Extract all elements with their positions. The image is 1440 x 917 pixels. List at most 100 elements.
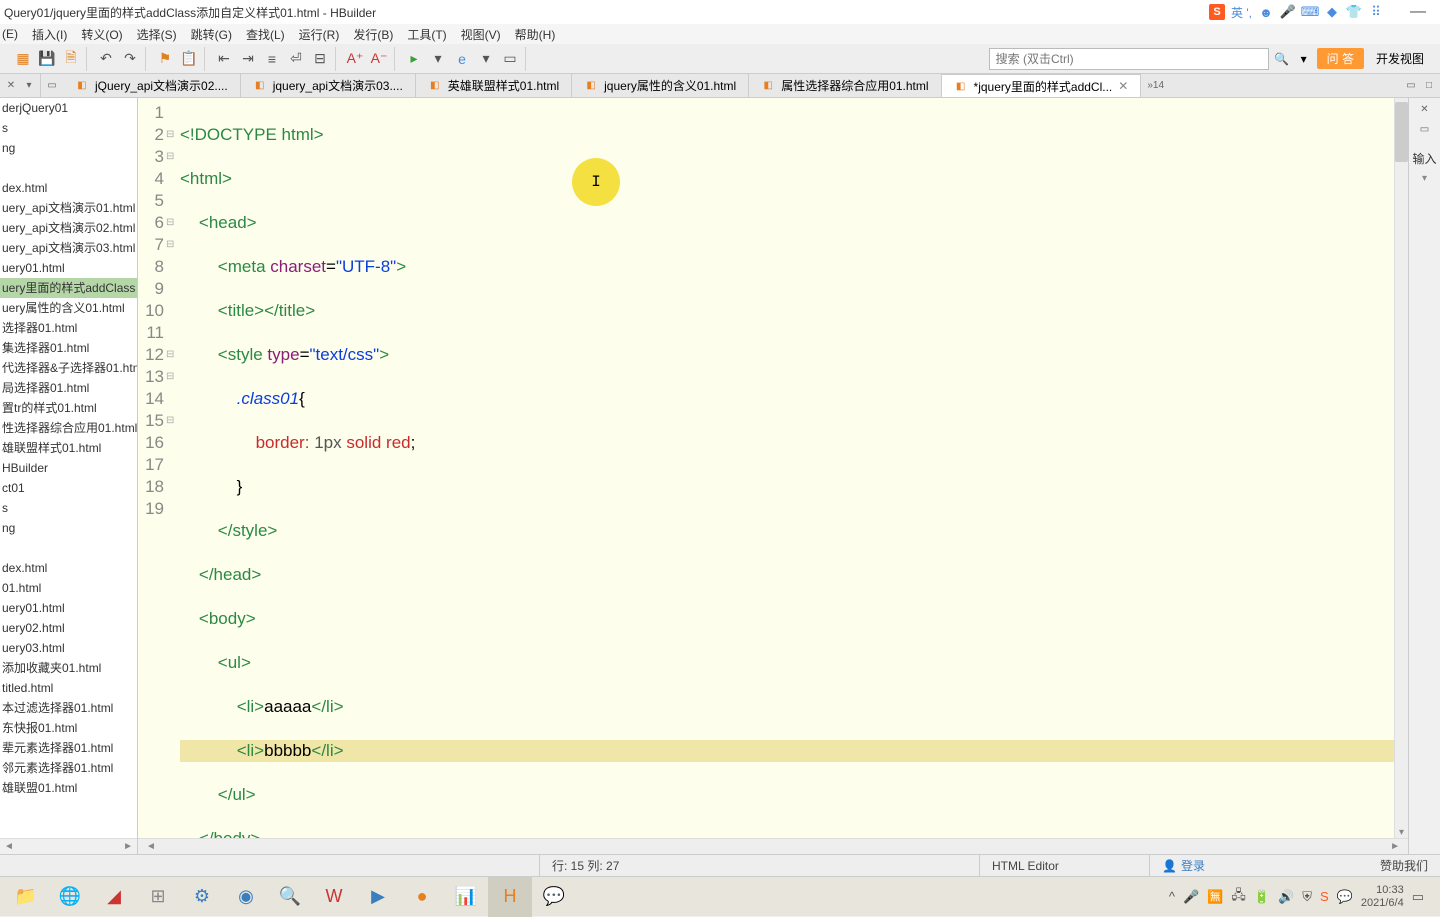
outdent-icon[interactable]: ⇤ bbox=[215, 50, 233, 68]
app-icon-1[interactable]: ◉ bbox=[224, 877, 268, 917]
battery-tray-icon[interactable]: 🔋 bbox=[1254, 889, 1270, 905]
close-tab-icon[interactable]: ✕ bbox=[1118, 79, 1128, 93]
font-bigger-icon[interactable]: A⁺ bbox=[346, 50, 364, 68]
file-item[interactable]: 雄联盟样式01.html bbox=[0, 438, 137, 458]
restore-right-panel-icon[interactable]: ▭ bbox=[1418, 122, 1432, 136]
clock[interactable]: 10:33 2021/6/4 bbox=[1361, 884, 1404, 910]
preview-icon[interactable]: ▭ bbox=[501, 50, 519, 68]
code-area[interactable]: <!DOCTYPE html> <html> <head> <meta char… bbox=[180, 98, 1394, 838]
file-item[interactable]: 置tr的样式01.html bbox=[0, 398, 137, 418]
tab-addclass[interactable]: ◧ *jquery里面的样式addCl... ✕ bbox=[942, 74, 1142, 97]
file-item[interactable]: uery属性的含义01.html bbox=[0, 298, 137, 318]
file-item[interactable]: uery_api文档演示01.html bbox=[0, 198, 137, 218]
file-item[interactable]: uery03.html bbox=[0, 638, 137, 658]
redo-icon[interactable]: ↷ bbox=[121, 50, 139, 68]
menu-help[interactable]: 帮助(H) bbox=[515, 26, 556, 43]
file-item[interactable]: 01.html bbox=[0, 578, 137, 598]
tab-jquery-api-02[interactable]: ◧ jQuery_api文档演示02.... bbox=[63, 74, 241, 97]
menu-run[interactable]: 运行(R) bbox=[299, 26, 340, 43]
editor-hscroll[interactable]: ◄► bbox=[138, 838, 1408, 854]
mic-tray-icon[interactable]: 🎤 bbox=[1183, 889, 1199, 905]
minimize-editor-icon[interactable]: ▭ bbox=[1404, 79, 1418, 93]
menu-publish[interactable]: 发行(B) bbox=[353, 26, 393, 43]
sidebar-hscroll[interactable]: ◄► bbox=[0, 838, 137, 854]
file-item[interactable]: 本过滤选择器01.html bbox=[0, 698, 137, 718]
file-item[interactable]: 性选择器综合应用01.html bbox=[0, 418, 137, 438]
new-file-icon[interactable]: ▦ bbox=[14, 50, 32, 68]
file-item[interactable]: HBuilder bbox=[0, 458, 137, 478]
notification-tray-icon[interactable]: ▭ bbox=[1412, 889, 1424, 905]
comment-out-icon[interactable]: ⊟ bbox=[311, 50, 329, 68]
file-item[interactable]: ct01 bbox=[0, 478, 137, 498]
menu-view[interactable]: 视图(V) bbox=[461, 26, 501, 43]
sogou-tray-icon[interactable]: S bbox=[1320, 889, 1329, 904]
menu-find[interactable]: 查找(L) bbox=[246, 26, 285, 43]
skin-icon[interactable]: 👕 bbox=[1346, 4, 1362, 20]
wps-icon[interactable]: ◢ bbox=[92, 877, 136, 917]
keyboard-icon[interactable]: ⌨ bbox=[1302, 4, 1318, 20]
indent-icon[interactable]: ⇥ bbox=[239, 50, 257, 68]
file-item[interactable]: 辈元素选择器01.html bbox=[0, 738, 137, 758]
menu-goto[interactable]: 跳转(G) bbox=[191, 26, 232, 43]
tab-jquery-attr[interactable]: ◧ jquery属性的含义01.html bbox=[572, 74, 749, 97]
action-tray-icon[interactable]: 💬 bbox=[1337, 889, 1353, 905]
app-icon-5[interactable]: ● bbox=[400, 877, 444, 917]
login-link[interactable]: 👤 登录 bbox=[1150, 857, 1217, 874]
excel-icon[interactable]: ⊞ bbox=[136, 877, 180, 917]
wrap-icon[interactable]: ⏎ bbox=[287, 50, 305, 68]
run-dropdown-icon[interactable]: ▾ bbox=[429, 50, 447, 68]
file-item[interactable]: 雄联盟01.html bbox=[0, 778, 137, 798]
file-item[interactable] bbox=[0, 158, 137, 178]
right-panel-dropdown-icon[interactable]: ▾ bbox=[1422, 173, 1427, 184]
file-item[interactable]: 代选择器&子选择器01.html bbox=[0, 358, 137, 378]
app-icon-2[interactable]: 🔍 bbox=[268, 877, 312, 917]
user-icon[interactable]: ☻ bbox=[1258, 4, 1274, 20]
font-smaller-icon[interactable]: A⁻ bbox=[370, 50, 388, 68]
menu-escape[interactable]: 转义(O) bbox=[81, 26, 122, 43]
scroll-down-icon[interactable]: ▾ bbox=[1395, 827, 1408, 838]
file-item[interactable]: uery里面的样式addClass bbox=[0, 278, 137, 298]
network-tray-icon[interactable]: 🖧 bbox=[1231, 886, 1246, 908]
file-item[interactable]: uery01.html bbox=[0, 598, 137, 618]
run-browser-icon[interactable]: ▸ bbox=[405, 50, 423, 68]
undo-icon[interactable]: ↶ bbox=[97, 50, 115, 68]
file-item[interactable]: 邻元素选择器01.html bbox=[0, 758, 137, 778]
dev-view-button[interactable]: 开发视图 bbox=[1368, 48, 1432, 69]
qa-button[interactable]: 问 答 bbox=[1317, 48, 1364, 69]
sogou-ime-icon[interactable]: S bbox=[1209, 4, 1225, 20]
file-item[interactable]: 集选择器01.html bbox=[0, 338, 137, 358]
scrollbar-thumb[interactable] bbox=[1395, 102, 1408, 162]
file-item[interactable]: uery02.html bbox=[0, 618, 137, 638]
minimize-icon[interactable]: — bbox=[1410, 3, 1426, 21]
app-icon-4[interactable]: ▶ bbox=[356, 877, 400, 917]
search-dropdown-icon[interactable]: ▾ bbox=[1295, 48, 1313, 70]
file-item[interactable]: dex.html bbox=[0, 558, 137, 578]
tray-up-icon[interactable]: ^ bbox=[1169, 889, 1175, 904]
search-icon[interactable]: 🔍 bbox=[1273, 48, 1291, 70]
safe-tray-icon[interactable]: ⛨ bbox=[1302, 889, 1312, 905]
tab-attr-selector[interactable]: ◧ 属性选择器综合应用01.html bbox=[749, 74, 941, 97]
menu-tools[interactable]: 工具(T) bbox=[407, 26, 446, 43]
file-item[interactable]: derjQuery01 bbox=[0, 98, 137, 118]
file-item[interactable]: uery_api文档演示03.html bbox=[0, 238, 137, 258]
paste-icon[interactable]: 📋 bbox=[180, 50, 198, 68]
save-icon[interactable]: 💾 bbox=[38, 50, 56, 68]
browser-dropdown-icon[interactable]: ▾ bbox=[477, 50, 495, 68]
ime-tray-icon[interactable]: 🈚 bbox=[1207, 889, 1223, 905]
menu-select[interactable]: 选择(S) bbox=[137, 26, 177, 43]
tab-lol-style[interactable]: ◧ 英雄联盟样式01.html bbox=[416, 74, 572, 97]
file-item[interactable]: titled.html bbox=[0, 678, 137, 698]
maximize-editor-icon[interactable]: □ bbox=[1422, 79, 1436, 93]
hbuilder-icon[interactable]: H bbox=[488, 877, 532, 917]
menu-edit[interactable]: (E) bbox=[2, 27, 18, 41]
file-item[interactable]: ng bbox=[0, 518, 137, 538]
comment-icon[interactable]: ◆ bbox=[1324, 4, 1340, 20]
file-item[interactable]: 东快报01.html bbox=[0, 718, 137, 738]
bookmark-icon[interactable]: ⚑ bbox=[156, 50, 174, 68]
volume-tray-icon[interactable]: 🔊 bbox=[1278, 889, 1294, 905]
tab-overflow-marker[interactable]: »14 bbox=[1141, 80, 1170, 91]
file-item[interactable]: s bbox=[0, 118, 137, 138]
file-list[interactable]: derjQuery01sng dex.htmluery_api文档演示01.ht… bbox=[0, 98, 137, 838]
file-item[interactable]: ng bbox=[0, 138, 137, 158]
file-item[interactable]: dex.html bbox=[0, 178, 137, 198]
